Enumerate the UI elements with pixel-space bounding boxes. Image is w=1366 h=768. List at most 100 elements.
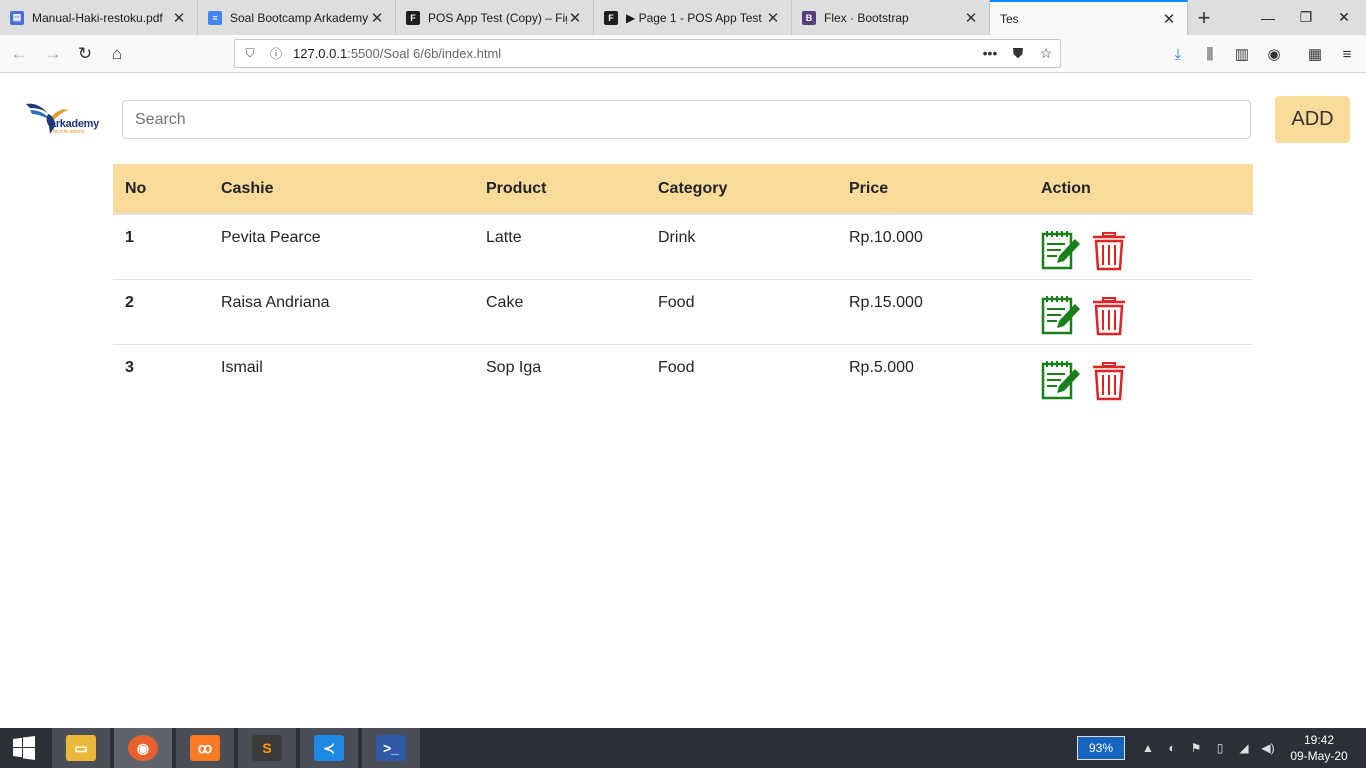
info-icon[interactable]: ⓘ: [265, 45, 287, 62]
cell-no: 1: [125, 229, 134, 246]
cell-category: Drink: [658, 229, 696, 246]
tab-title: Tes: [1000, 11, 1019, 26]
new-tab-button[interactable]: +: [1188, 0, 1220, 35]
tab-title: Manual-Haki-restoku.pdf: [32, 10, 163, 25]
forward-icon[interactable]: →: [40, 41, 66, 67]
reload-icon[interactable]: ↻: [72, 41, 98, 67]
cell-action: [1029, 214, 1253, 279]
tab-title: POS App Test (Copy) – Fig: [428, 10, 567, 25]
device-icon[interactable]: ▯: [1208, 741, 1232, 755]
figma-icon: F: [604, 10, 618, 25]
pocket-icon[interactable]: ⛊: [1004, 45, 1032, 62]
page-content: arkademy Tech Academy ADD No Cashie Prod…: [0, 74, 1366, 728]
browser-tab-active[interactable]: Tes ✕: [990, 0, 1188, 35]
more-icon[interactable]: •••: [976, 45, 1004, 62]
shield-icon[interactable]: ⛉: [239, 46, 261, 61]
figma-icon: F: [406, 10, 420, 25]
delete-icon[interactable]: [1089, 294, 1129, 336]
browser-tab[interactable]: ≡ Soal Bootcamp Arkademy ✕: [198, 0, 396, 35]
cell-cashier: Pevita Pearce: [221, 229, 321, 246]
restore-icon[interactable]: ❐: [1292, 0, 1320, 35]
header-price: Price: [837, 164, 1029, 215]
browser-tab[interactable]: B Flex · Bootstrap ✕: [792, 0, 990, 35]
menu-icon[interactable]: ≡: [1334, 41, 1360, 67]
clock-date: 09-May-20: [1290, 749, 1348, 763]
cell-product: Latte: [486, 229, 522, 246]
document-icon: ▤: [10, 10, 24, 25]
table-row: 2 Raisa Andriana Cake Food Rp.15.000: [113, 279, 1253, 344]
xampp-icon[interactable]: ꝏ: [176, 728, 234, 768]
edit-icon[interactable]: [1041, 359, 1081, 401]
volume-icon[interactable]: ◀): [1256, 741, 1280, 755]
delete-icon[interactable]: [1089, 359, 1129, 401]
browser-tab[interactable]: F ▶ Page 1 - POS App Test ( ✕: [594, 0, 792, 35]
close-icon[interactable]: ✕: [1161, 10, 1177, 28]
cell-cashier: Raisa Andriana: [221, 293, 330, 311]
tray-expand-icon[interactable]: ▲: [1136, 741, 1160, 755]
browser-tab[interactable]: F POS App Test (Copy) – Fig ✕: [396, 0, 594, 35]
cell-product: Cake: [486, 293, 524, 311]
cell-action: [1029, 344, 1253, 409]
add-button[interactable]: ADD: [1275, 96, 1350, 143]
extensions-icon[interactable]: ▦: [1302, 41, 1328, 67]
cell-category: Food: [658, 293, 695, 311]
close-icon[interactable]: ✕: [963, 9, 979, 27]
network-icon[interactable]: ◢: [1232, 741, 1256, 755]
clock-time: 19:42: [1303, 733, 1335, 747]
product-table: No Cashie Product Category Price Action …: [113, 164, 1253, 409]
tab-title: Flex · Bootstrap: [824, 10, 909, 25]
header-cashier: Cashie: [209, 164, 474, 215]
minimize-icon[interactable]: —: [1254, 0, 1282, 35]
cell-no: 3: [125, 358, 134, 376]
delete-icon[interactable]: [1089, 229, 1129, 271]
window-close-icon[interactable]: ✕: [1330, 0, 1358, 35]
table-row: 3 Ismail Sop Iga Food Rp.5.000: [113, 344, 1253, 409]
url-path: :5500/Soal 6/6b/index.html: [347, 46, 502, 61]
os-taskbar: ▭ ◉ ꝏ S ≺ >_ 93% ▲ ◐ ⚑ ▯ ◢ ◀) 19:42 09-M…: [0, 728, 1366, 768]
battery-indicator[interactable]: 93%: [1077, 736, 1125, 760]
powershell-icon[interactable]: >_: [362, 728, 420, 768]
table-header-row: No Cashie Product Category Price Action: [113, 164, 1253, 215]
header-product: Product: [474, 164, 646, 215]
vscode-icon[interactable]: ≺: [300, 728, 358, 768]
table-row: 1 Pevita Pearce Latte Drink Rp.10.000: [113, 214, 1253, 279]
sidebar-icon[interactable]: ▥: [1229, 41, 1255, 67]
cell-price: Rp.5.000: [849, 358, 914, 376]
cell-no: 2: [125, 293, 134, 311]
edit-icon[interactable]: [1041, 229, 1081, 271]
back-icon[interactable]: ←: [6, 41, 32, 67]
google-docs-icon: ≡: [208, 10, 222, 25]
bootstrap-icon: B: [802, 10, 816, 25]
tab-title: ▶ Page 1 - POS App Test (: [626, 10, 765, 25]
close-icon[interactable]: ✕: [171, 9, 187, 27]
url-bar[interactable]: ⛉ ⓘ 127.0.0.1:5500/Soal 6/6b/index.html …: [234, 39, 1061, 68]
firefox-icon[interactable]: ◉: [114, 728, 172, 768]
edit-icon[interactable]: [1041, 294, 1081, 336]
weather-icon[interactable]: ◐: [1160, 741, 1184, 755]
cell-cashier: Ismail: [221, 358, 263, 376]
account-icon[interactable]: ◉: [1261, 41, 1287, 67]
cell-action: [1029, 279, 1253, 344]
window-controls: — ❐ ✕: [1244, 0, 1366, 35]
home-icon[interactable]: ⌂: [104, 41, 130, 67]
bookmark-star-icon[interactable]: ☆: [1032, 45, 1060, 62]
close-icon[interactable]: ✕: [567, 9, 583, 27]
search-input[interactable]: [122, 100, 1251, 139]
tab-title: Soal Bootcamp Arkademy: [230, 10, 369, 25]
sublime-text-icon[interactable]: S: [238, 728, 296, 768]
windows-start-icon[interactable]: [0, 728, 48, 768]
browser-toolbar: ← → ↻ ⌂ ⛉ ⓘ 127.0.0.1:5500/Soal 6/6b/ind…: [0, 35, 1366, 73]
logo-subtext: Tech Academy: [52, 129, 85, 135]
cell-product: Sop Iga: [486, 358, 542, 376]
taskbar-clock[interactable]: 19:42 09-May-20: [1284, 732, 1354, 764]
browser-tab[interactable]: ▤ Manual-Haki-restoku.pdf ✕: [0, 0, 198, 35]
cell-price: Rp.15.000: [849, 293, 923, 311]
system-tray: ▲ ◐ ⚑ ▯ ◢ ◀): [1136, 728, 1280, 768]
close-icon[interactable]: ✕: [765, 9, 781, 27]
library-icon[interactable]: ⫼: [1197, 41, 1223, 67]
file-explorer-icon[interactable]: ▭: [52, 728, 110, 768]
cell-category: Food: [658, 358, 695, 376]
notification-block-icon[interactable]: ⚑: [1184, 741, 1208, 755]
close-icon[interactable]: ✕: [369, 9, 385, 27]
download-icon[interactable]: ⤓: [1165, 41, 1191, 67]
